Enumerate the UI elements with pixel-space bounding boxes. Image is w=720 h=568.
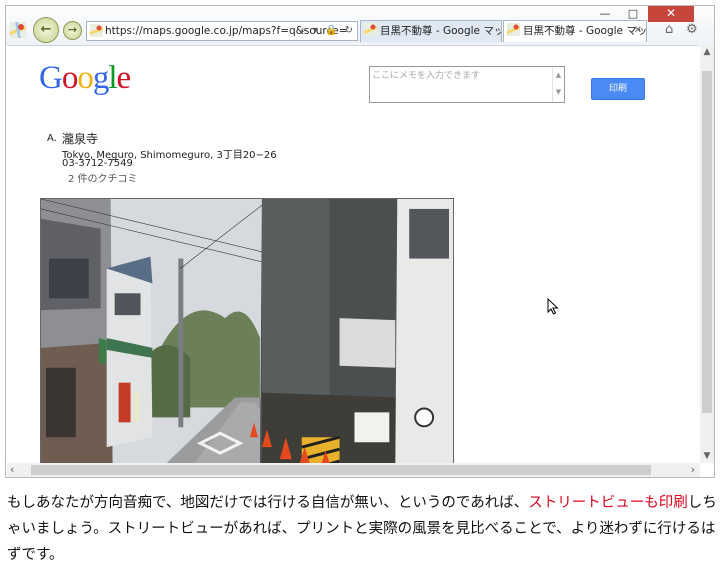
back-button[interactable]: ← bbox=[33, 17, 59, 43]
forward-button[interactable]: → bbox=[63, 21, 82, 40]
tab-2-active[interactable]: 目黒不動尊 - Google マップ ✕ bbox=[503, 20, 647, 42]
maps-favicon-icon bbox=[507, 23, 520, 36]
logo-letter: g bbox=[92, 60, 109, 96]
scroll-up-arrow-icon[interactable]: ▲ bbox=[700, 47, 714, 57]
maps-favicon-icon bbox=[90, 24, 103, 37]
tab-label: 目黒不動尊 - Google マップ bbox=[523, 25, 647, 37]
horizontal-scrollbar[interactable]: ‹ › bbox=[7, 463, 700, 477]
street-view-image bbox=[40, 198, 454, 464]
page-viewport: Google ここにメモを入力できます ▲ ▼ 印刷 A. 瀧泉寺 Tokyo, … bbox=[7, 45, 699, 464]
maps-favicon-icon bbox=[364, 23, 377, 36]
memo-placeholder: ここにメモを入力できます bbox=[372, 71, 481, 81]
caption-text: もしあなたが方向音痴で、地図だけでは行ける自信が無い、というのであれば、 bbox=[7, 495, 529, 511]
browser-window: — □ ✕ ← → https://maps.google.co.jp/maps… bbox=[5, 5, 715, 478]
logo-letter: o bbox=[77, 60, 93, 96]
maps-icon bbox=[10, 22, 26, 38]
article-caption: もしあなたが方向音痴で、地図だけでは行ける自信が無い、というのであれば、ストリー… bbox=[7, 490, 717, 568]
place-name: 瀧泉寺 bbox=[62, 132, 99, 146]
vertical-scroll-thumb[interactable] bbox=[702, 71, 712, 413]
logo-letter: e bbox=[116, 60, 132, 96]
address-bar[interactable]: https://maps.google.co.jp/maps?f=q&sourc… bbox=[86, 21, 358, 41]
place-phone: 03-3712-7549 bbox=[62, 158, 133, 169]
tab-label: 目黒不動尊 - Google マップ bbox=[380, 25, 502, 37]
mouse-cursor-icon bbox=[547, 298, 559, 315]
caption-highlight: ストリートビューも印刷 bbox=[528, 495, 688, 511]
memo-textarea[interactable]: ここにメモを入力できます ▲ ▼ bbox=[369, 66, 565, 103]
logo-letter: o bbox=[61, 60, 78, 96]
place-reviews-link[interactable]: 2 件のクチコミ bbox=[68, 170, 138, 185]
scroll-left-arrow-icon[interactable]: ‹ bbox=[10, 463, 14, 477]
logo-letter: l bbox=[108, 60, 117, 96]
tab-close-icon[interactable]: ✕ bbox=[634, 21, 642, 41]
logo-letter: G bbox=[39, 60, 63, 96]
gear-icon[interactable]: ⚙ bbox=[686, 22, 698, 37]
memo-scrollbar[interactable]: ▲ ▼ bbox=[552, 67, 564, 102]
close-window-button[interactable]: ✕ bbox=[648, 6, 694, 22]
home-icon[interactable]: ⌂ bbox=[665, 22, 673, 37]
place-marker: A. bbox=[47, 133, 57, 144]
browser-toolbar: — □ ✕ ← → https://maps.google.co.jp/maps… bbox=[6, 6, 714, 45]
scroll-down-arrow-icon[interactable]: ▼ bbox=[700, 451, 714, 461]
scroll-right-arrow-icon[interactable]: › bbox=[691, 463, 695, 477]
vertical-scrollbar[interactable]: ▲ ▼ bbox=[700, 45, 714, 463]
tab-1[interactable]: 目黒不動尊 - Google マップ bbox=[360, 20, 502, 42]
horizontal-scroll-thumb[interactable] bbox=[31, 465, 651, 475]
address-bar-controls[interactable]: ⌕ ▾ 🔒 ↻ bbox=[300, 22, 355, 40]
print-button[interactable]: 印刷 bbox=[591, 78, 645, 100]
google-logo: Google bbox=[39, 60, 132, 97]
